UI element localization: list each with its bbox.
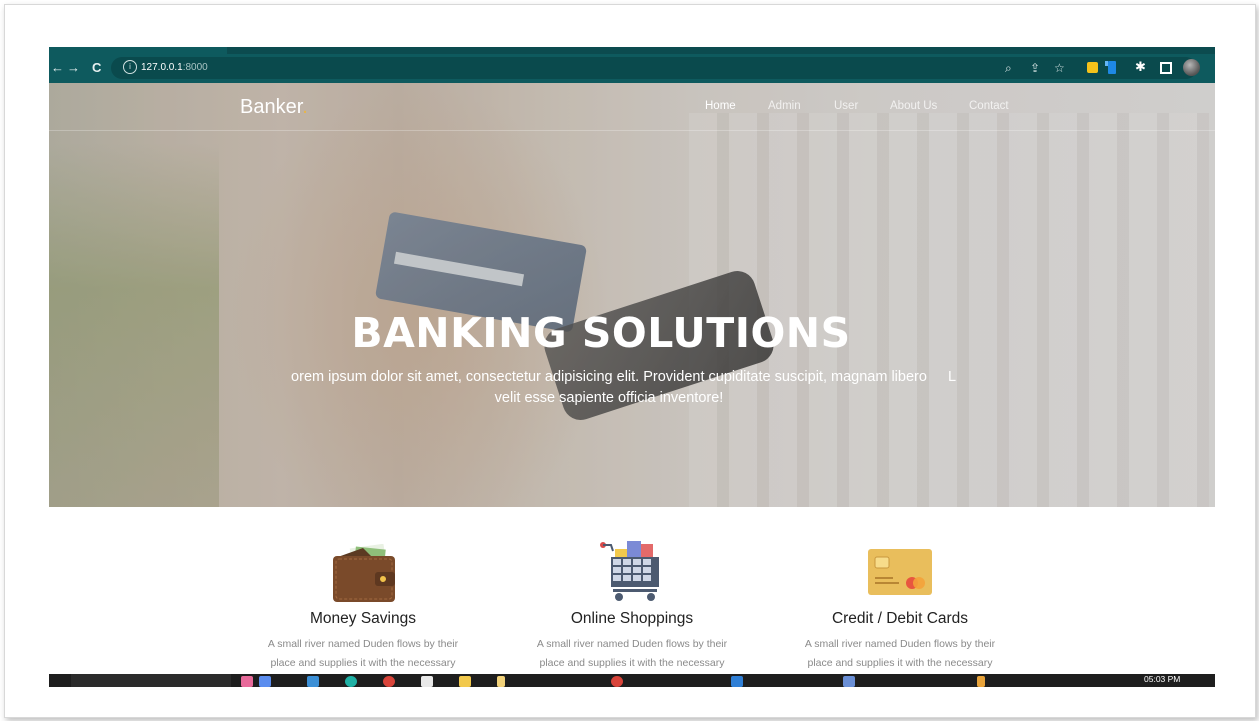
url-host: 127.0.0.1 [141, 62, 183, 73]
wallet-icon [333, 544, 395, 602]
taskbar-app-icon[interactable] [383, 676, 395, 687]
zoom-icon[interactable]: ⌕ [1005, 61, 1012, 75]
taskbar-search[interactable] [71, 674, 231, 687]
nav-divider [49, 130, 1215, 131]
browser-toolbar: ← → C i 127.0.0.1:8000 ⌕ ⇪ ☆ ✱ [49, 47, 1215, 83]
taskbar-app-icon[interactable] [611, 676, 623, 687]
brand-dot: . [302, 96, 308, 118]
taskbar-app-icon[interactable] [459, 676, 471, 687]
hero-overlay [49, 83, 1215, 507]
brand-name: Banker [240, 96, 303, 118]
taskbar-app-icon[interactable] [421, 676, 433, 687]
url-text[interactable]: 127.0.0.1:8000 [141, 61, 208, 75]
feature-desc-line: place and supplies it with the necessary [539, 657, 725, 669]
forward-arrow-icon[interactable]: → [67, 59, 80, 77]
taskbar-app-icon[interactable] [345, 676, 357, 687]
extension-blue-icon[interactable] [1108, 61, 1116, 74]
feature-desc-line: place and supplies it with the necessary [807, 657, 993, 669]
feature-desc-line: A small river named Duden flows by their [536, 638, 728, 650]
nav-user[interactable]: User [834, 98, 858, 114]
bookmark-star-icon[interactable]: ☆ [1054, 61, 1065, 75]
back-arrow-icon[interactable]: ← [51, 59, 64, 77]
site-info-icon[interactable]: i [123, 60, 137, 74]
nav-home[interactable]: Home [705, 98, 736, 114]
feature-desc-line: place and supplies it with the necessary [270, 657, 456, 669]
feature-description: A small river named Duden flows by their… [502, 635, 762, 673]
feature-desc-line: A small river named Duden flows by their [267, 638, 459, 650]
extension-yellow-icon[interactable] [1087, 62, 1098, 73]
hero-banner: Banker. Home Admin User About Us Contact… [49, 83, 1215, 507]
active-tab[interactable] [49, 47, 227, 54]
share-icon[interactable]: ⇪ [1030, 61, 1040, 75]
screenshot: ← → C i 127.0.0.1:8000 ⌕ ⇪ ☆ ✱ Banker. H… [49, 47, 1215, 687]
feature-desc-line: A small river named Duden flows by their [804, 638, 996, 650]
feature-title: Money Savings [310, 610, 416, 627]
taskbar-clock: 05:03 PM [1144, 674, 1181, 684]
feature-title: Online Shoppings [570, 610, 694, 627]
feature-title: Credit / Debit Cards [831, 610, 969, 627]
extensions-puzzle-icon[interactable]: ✱ [1135, 59, 1146, 75]
nav-contact[interactable]: Contact [969, 98, 1009, 114]
shopping-cart-icon [600, 541, 659, 601]
taskbar-app-icon[interactable] [731, 676, 743, 687]
side-panel-icon[interactable] [1160, 62, 1172, 74]
feature-description: A small river named Duden flows by their… [770, 635, 1030, 673]
profile-avatar[interactable] [1183, 59, 1200, 76]
taskbar-app-icon[interactable] [977, 676, 985, 687]
os-taskbar: 05:03 PM [49, 674, 1215, 687]
taskbar-app-icon[interactable] [497, 676, 505, 687]
taskbar-app-icon[interactable] [843, 676, 855, 687]
credit-card-icon [868, 549, 932, 595]
feature-description: A small river named Duden flows by their… [233, 635, 493, 673]
hero-subtitle: orem ipsum dolor sit amet, consectetur a… [291, 369, 927, 406]
taskbar-app-icon[interactable] [307, 676, 319, 687]
url-port: :8000 [182, 62, 208, 73]
taskbar-app-icon[interactable] [259, 676, 271, 687]
nav-about-us[interactable]: About Us [890, 98, 937, 114]
hero-stray-letter: L [948, 369, 957, 385]
taskbar-app-icon[interactable] [241, 676, 253, 687]
nav-admin[interactable]: Admin [768, 98, 801, 114]
site-logo[interactable]: Banker. [240, 94, 308, 120]
hero-title: BANKING SOLUTIONS [351, 309, 851, 357]
reload-icon[interactable]: C [92, 59, 101, 77]
